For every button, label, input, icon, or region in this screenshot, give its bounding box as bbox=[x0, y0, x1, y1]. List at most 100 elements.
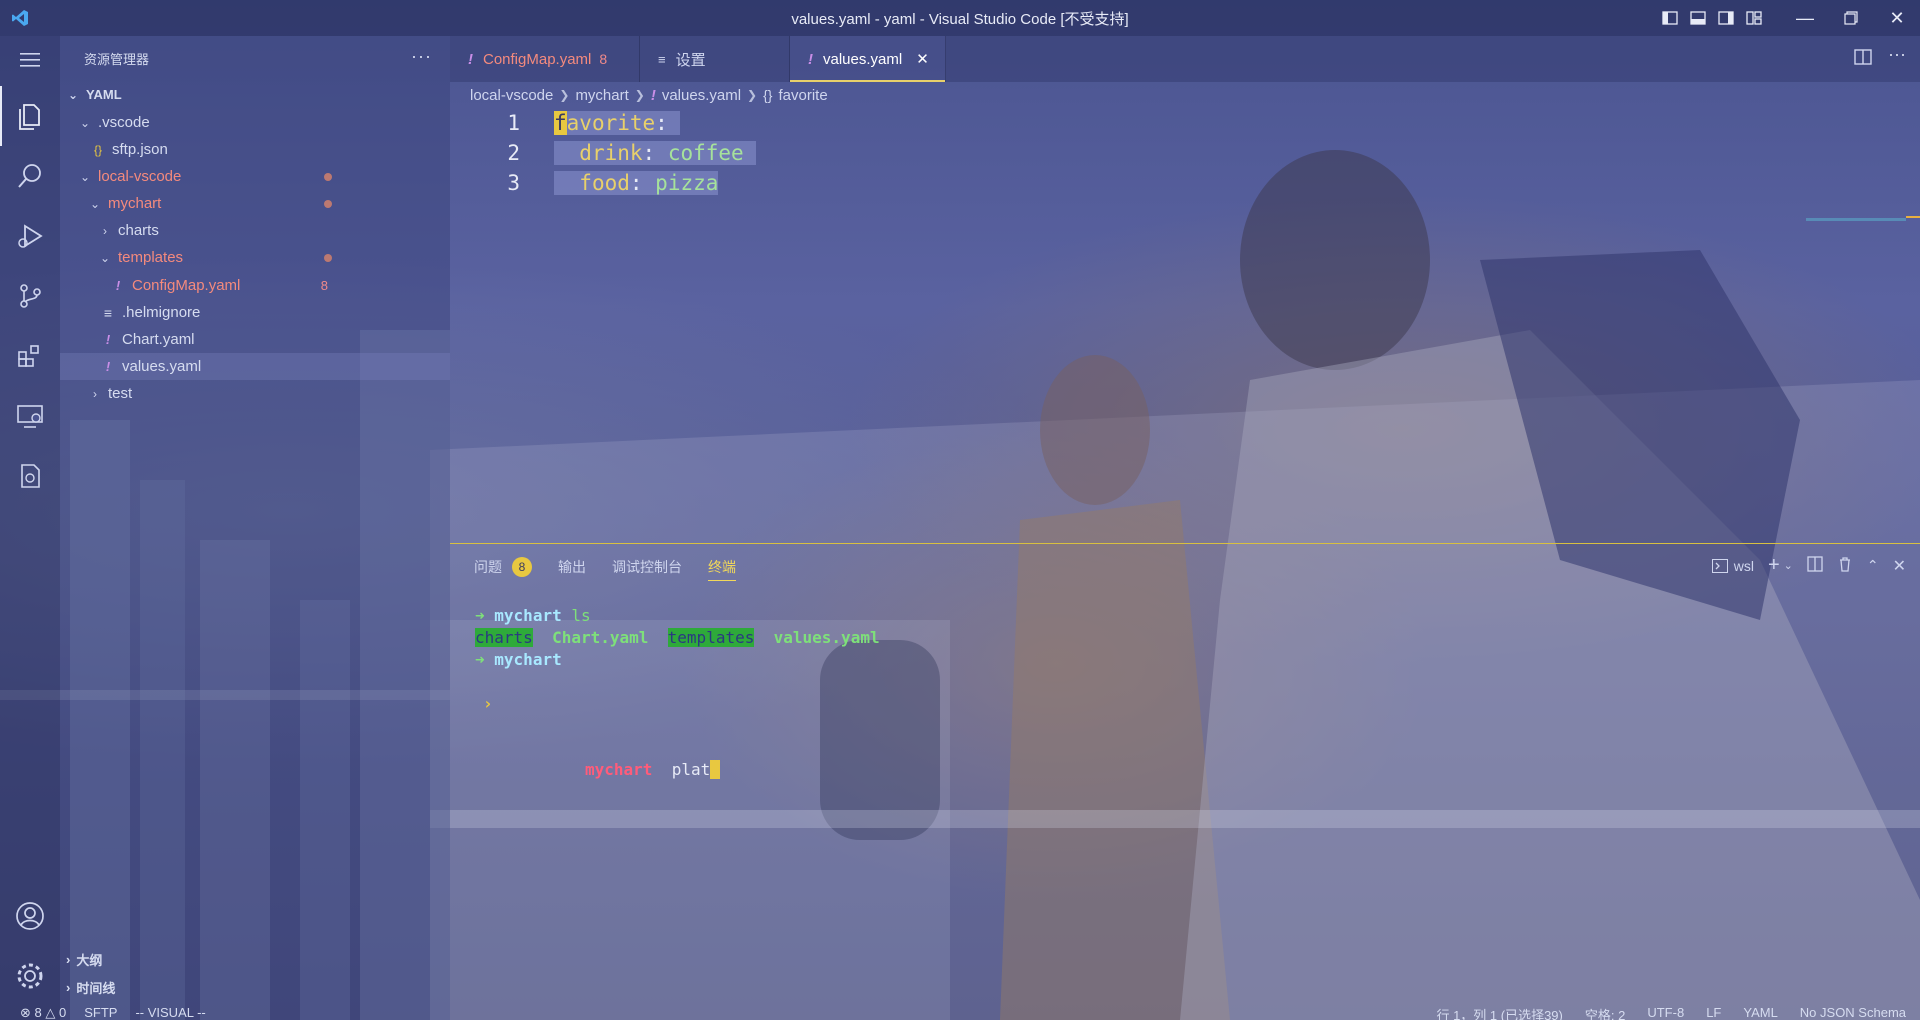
code-editor[interactable]: 1 favorite: 2 drink: coffee 3 food: pizz… bbox=[450, 108, 1920, 543]
maximize-panel-icon[interactable]: ⌃ bbox=[1867, 557, 1879, 574]
encoding[interactable]: UTF-8 bbox=[1647, 1008, 1684, 1020]
chevron-down-icon: ⌄ bbox=[67, 87, 79, 102]
yaml-key: drink bbox=[579, 141, 643, 165]
remote-explorer-icon[interactable] bbox=[0, 386, 60, 446]
breadcrumb-item[interactable]: favorite bbox=[778, 87, 827, 104]
activity-bar bbox=[0, 36, 60, 1020]
minimize-button[interactable]: — bbox=[1782, 0, 1828, 36]
chevron-down-icon[interactable]: ⌄ bbox=[1784, 559, 1793, 572]
yaml-file-icon: ! bbox=[468, 50, 473, 68]
chevron-right-icon: ❯ bbox=[747, 88, 758, 102]
gear-icon[interactable] bbox=[0, 946, 60, 1006]
indentation[interactable]: 空格: 2 bbox=[1585, 1008, 1625, 1020]
yaml-file-icon: ! bbox=[650, 86, 656, 104]
title-bar: values.yaml - yaml - Visual Studio Code … bbox=[0, 0, 1920, 36]
tree-item-configmap-yaml[interactable]: ! ConfigMap.yaml 8 bbox=[60, 272, 450, 299]
yaml-file-icon: ! bbox=[808, 50, 813, 68]
bottom-panel: 问题 8 输出 调试控制台 终端 wsl + ⌄ ⌃ ✕ ➜ mychart l… bbox=[450, 543, 1920, 1011]
chevron-right-icon: › bbox=[66, 952, 71, 967]
tree-item-test[interactable]: › test bbox=[60, 380, 450, 407]
json-schema[interactable]: No JSON Schema bbox=[1800, 1008, 1906, 1020]
tree-item-charts[interactable]: › charts bbox=[60, 217, 450, 244]
sftp-explorer-icon[interactable] bbox=[0, 446, 60, 506]
tree-item-values-yaml[interactable]: ! values.yaml bbox=[60, 353, 450, 380]
split-editor-icon[interactable] bbox=[1854, 48, 1872, 71]
editor-tab-bar: ! ConfigMap.yaml 8 ≡ 设置 ! values.yaml ✕ … bbox=[450, 36, 1920, 82]
tab-problem-count: 8 bbox=[599, 51, 608, 67]
terminal-icon bbox=[1711, 558, 1728, 573]
tab-output[interactable]: 输出 bbox=[558, 552, 586, 582]
text-file-icon: ≡ bbox=[103, 304, 113, 321]
code-line: 3 food: pizza bbox=[450, 168, 719, 198]
new-terminal-icon[interactable]: + bbox=[1768, 554, 1780, 577]
yaml-file-icon: ! bbox=[105, 359, 111, 374]
scrollbar-marker bbox=[1906, 216, 1920, 218]
trash-icon[interactable] bbox=[1837, 556, 1853, 575]
object-icon: {} bbox=[763, 87, 773, 103]
close-window-button[interactable]: ✕ bbox=[1874, 0, 1920, 36]
extensions-icon[interactable] bbox=[0, 326, 60, 386]
tab-problems[interactable]: 问题 8 bbox=[474, 552, 532, 582]
tree-item-helmignore[interactable]: ≡ .helmignore bbox=[60, 299, 450, 326]
run-debug-icon[interactable] bbox=[0, 206, 60, 266]
explorer-sidebar: 资源管理器 ··· ⌄ YAML ⌄ .vscode {} sftp.json … bbox=[60, 36, 450, 1020]
more-actions-icon[interactable]: ··· bbox=[1888, 44, 1906, 65]
code-line: 2 drink: coffee bbox=[450, 138, 757, 168]
tab-values-yaml[interactable]: ! values.yaml ✕ bbox=[790, 36, 946, 82]
yaml-file-icon: ! bbox=[115, 278, 121, 293]
outline-section[interactable]: › 大纲 bbox=[60, 946, 450, 973]
toggle-secondary-sidebar-icon[interactable] bbox=[1712, 0, 1740, 36]
terminal-profile[interactable]: wsl bbox=[1711, 558, 1754, 574]
line-number: 1 bbox=[507, 111, 520, 135]
source-control-icon[interactable] bbox=[0, 266, 60, 326]
tree-item-chart-yaml[interactable]: ! Chart.yaml bbox=[60, 326, 450, 353]
close-icon[interactable]: ✕ bbox=[916, 50, 929, 68]
toggle-primary-sidebar-icon[interactable] bbox=[1656, 0, 1684, 36]
tree-item-templates[interactable]: ⌄ templates bbox=[60, 244, 450, 271]
breadcrumb-item[interactable]: values.yaml bbox=[662, 87, 741, 104]
split-terminal-icon[interactable] bbox=[1807, 556, 1823, 575]
explorer-header: 资源管理器 ··· bbox=[60, 36, 450, 81]
accounts-icon[interactable] bbox=[0, 886, 60, 946]
breadcrumb-item[interactable]: mychart bbox=[575, 87, 628, 104]
editor-cursor: f bbox=[554, 111, 567, 135]
yaml-value: pizza bbox=[655, 171, 719, 195]
toggle-panel-icon[interactable] bbox=[1684, 0, 1712, 36]
terminal-cursor: _ bbox=[710, 759, 720, 779]
tab-terminal[interactable]: 终端 bbox=[708, 552, 736, 582]
modified-dot bbox=[324, 199, 332, 208]
problems-status[interactable]: ⊗ 8 △ 0 bbox=[20, 1008, 66, 1020]
tree-item-sftp-json[interactable]: {} sftp.json bbox=[60, 136, 450, 163]
modified-dot bbox=[324, 253, 332, 262]
tab-settings[interactable]: ≡ 设置 bbox=[640, 36, 790, 82]
line-number: 2 bbox=[507, 141, 520, 165]
tab-configmap-yaml[interactable]: ! ConfigMap.yaml 8 bbox=[450, 36, 640, 82]
window-title: values.yaml - yaml - Visual Studio Code … bbox=[791, 10, 1129, 28]
tree-item-mychart[interactable]: ⌄ mychart bbox=[60, 190, 450, 217]
workspace-root[interactable]: ⌄ YAML bbox=[60, 81, 450, 108]
eol[interactable]: LF bbox=[1706, 1008, 1721, 1020]
explorer-title: 资源管理器 bbox=[84, 52, 150, 67]
restore-button[interactable] bbox=[1828, 0, 1874, 36]
sftp-status[interactable]: SFTP bbox=[84, 1008, 117, 1020]
breadcrumb: local-vscode ❯ mychart ❯ ! values.yaml ❯… bbox=[470, 84, 828, 106]
tab-debug-console[interactable]: 调试控制台 bbox=[612, 552, 682, 582]
modified-dot bbox=[324, 172, 332, 181]
timeline-section[interactable]: › 时间线 bbox=[60, 974, 450, 1001]
chevron-right-icon: › bbox=[103, 223, 107, 238]
tree-item-vscode[interactable]: ⌄ .vscode bbox=[60, 109, 450, 136]
language-mode[interactable]: YAML bbox=[1743, 1008, 1777, 1020]
vim-mode: -- VISUAL -- bbox=[135, 1008, 206, 1020]
menu-icon[interactable] bbox=[0, 36, 60, 84]
cursor-position[interactable]: 行 1，列 1 (已选择39) bbox=[1436, 1008, 1562, 1020]
tree-item-local-vscode[interactable]: ⌄ local-vscode bbox=[60, 163, 450, 190]
more-actions-icon[interactable]: ··· bbox=[411, 46, 432, 67]
breadcrumb-item[interactable]: local-vscode bbox=[470, 87, 553, 104]
chevron-down-icon: ⌄ bbox=[79, 115, 91, 130]
close-panel-icon[interactable]: ✕ bbox=[1893, 556, 1906, 576]
explorer-icon[interactable] bbox=[0, 86, 60, 146]
chevron-right-icon: › bbox=[93, 386, 97, 401]
search-icon[interactable] bbox=[0, 146, 60, 206]
line-number: 3 bbox=[507, 171, 520, 195]
customize-layout-icon[interactable] bbox=[1740, 0, 1768, 36]
